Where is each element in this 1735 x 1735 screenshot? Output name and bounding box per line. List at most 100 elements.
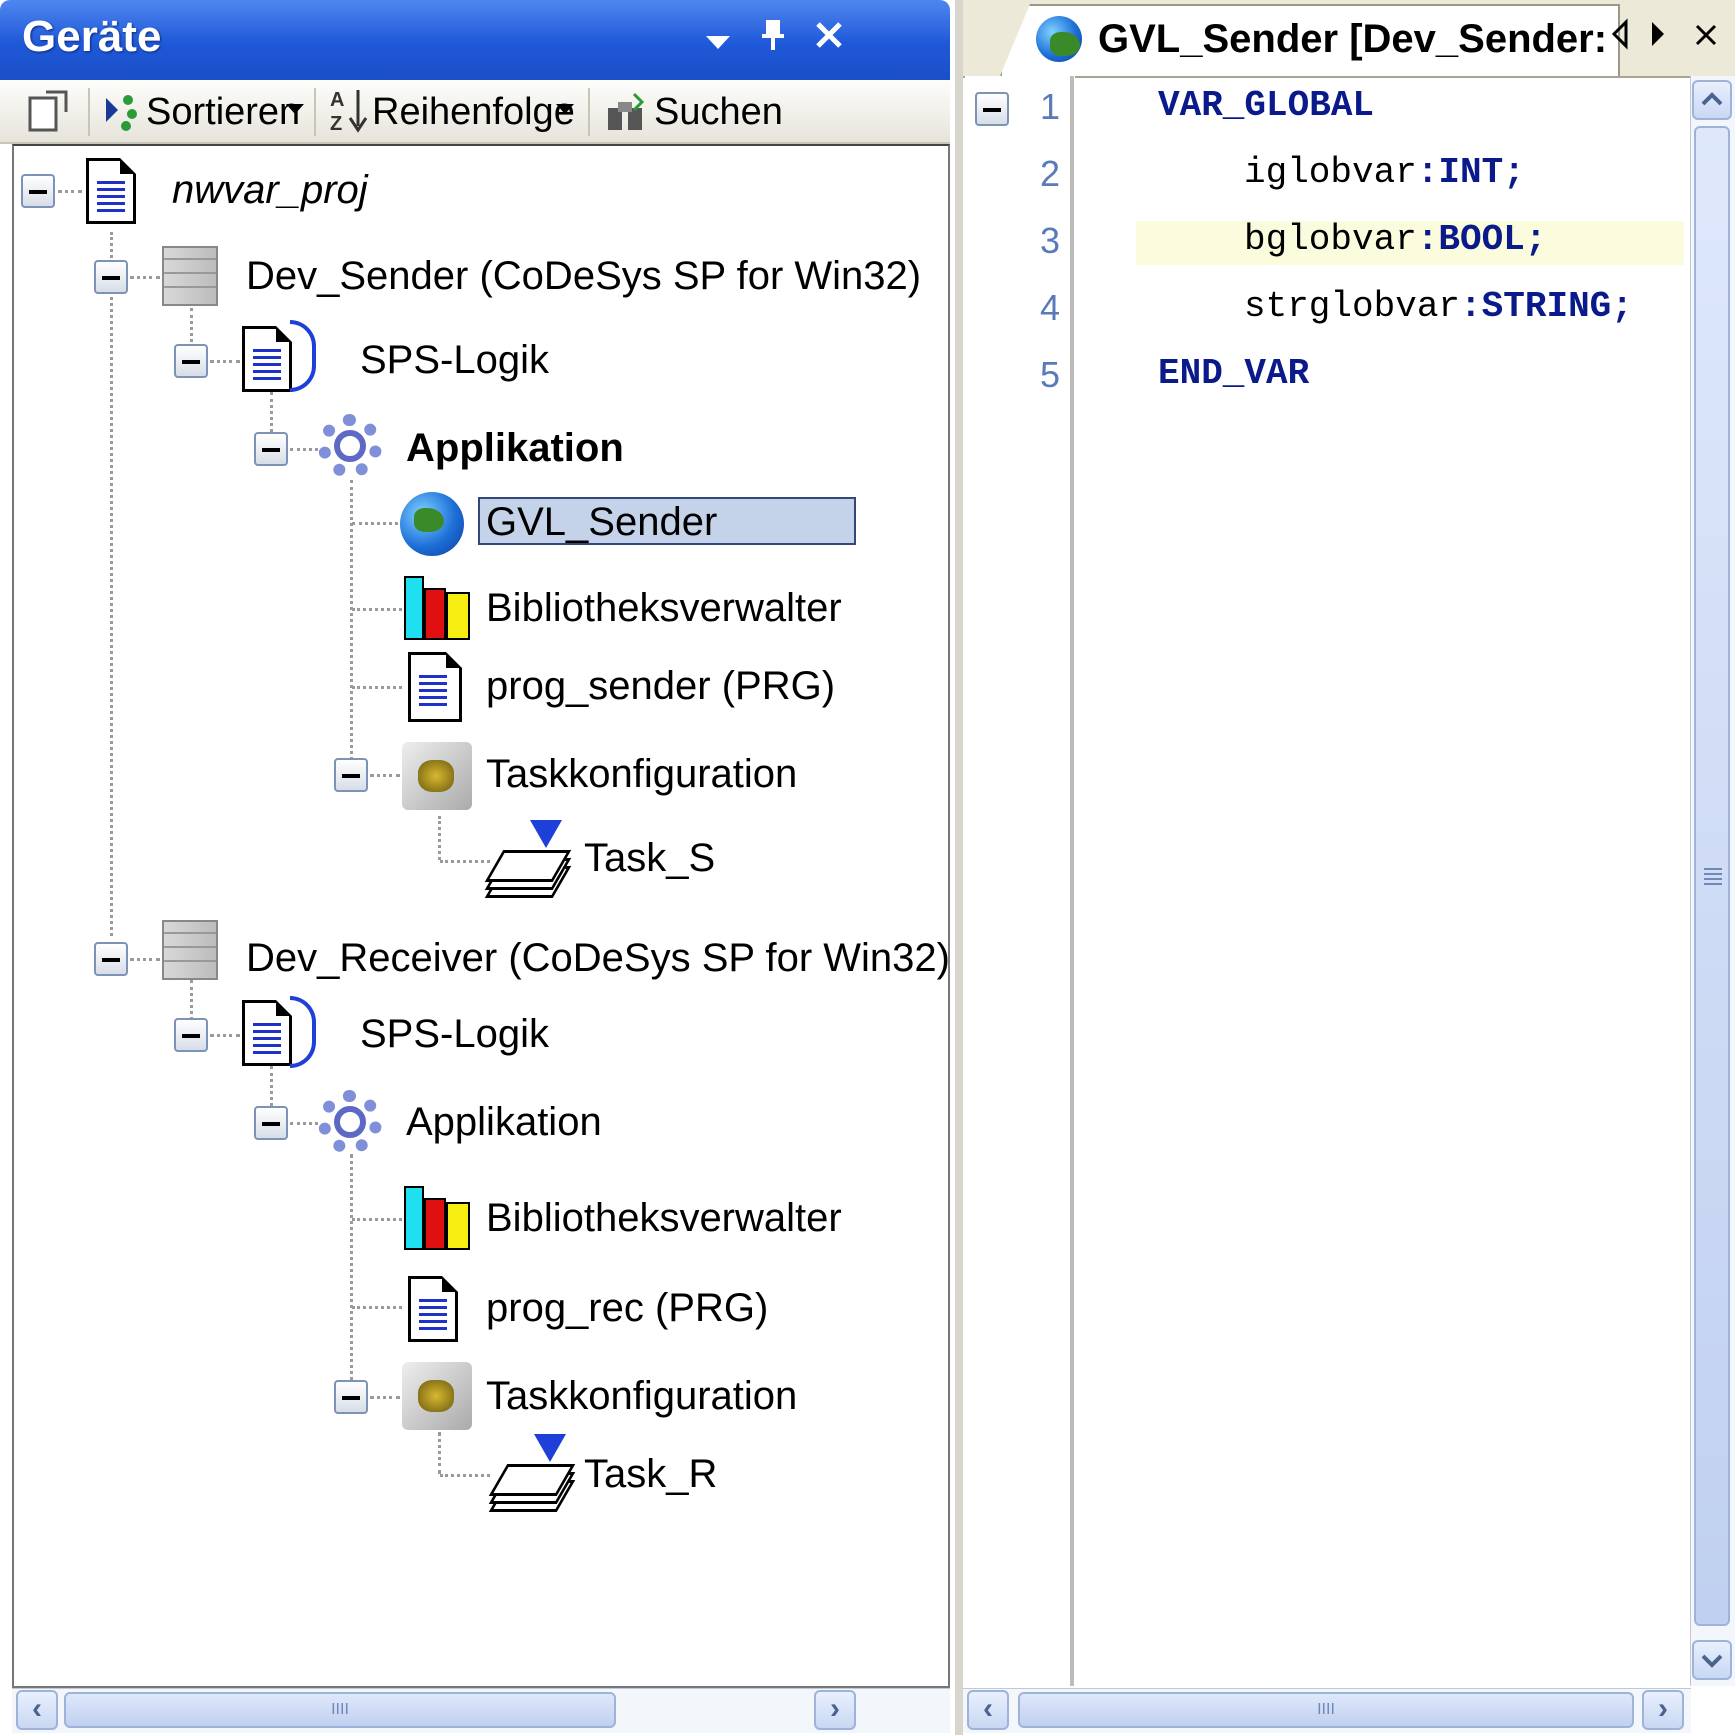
line-number: 3: [1039, 220, 1060, 261]
code-identifier: bglobvar: [1244, 219, 1417, 260]
tab-scroll-left-icon[interactable]: [1610, 16, 1630, 63]
library-icon: [404, 1180, 472, 1250]
properties-icon[interactable]: [26, 88, 72, 139]
tree-item-prog-sender[interactable]: prog_sender (PRG): [486, 662, 835, 710]
plc-logic-icon: [242, 326, 292, 392]
scrollbar-grip: IIII: [1317, 1701, 1335, 1718]
close-icon[interactable]: [814, 14, 844, 66]
panel-splitter[interactable]: [955, 0, 963, 1735]
tree-connector: [352, 1218, 402, 1221]
tree-connector: [438, 1432, 441, 1474]
gutter-separator: [1070, 76, 1074, 1686]
pin-icon[interactable]: [760, 14, 786, 64]
line-number: 4: [1039, 287, 1060, 328]
code-identifier: iglobvar: [1244, 152, 1417, 193]
scroll-left-button[interactable]: ‹: [16, 1690, 58, 1730]
collapse-dev-sender-button[interactable]: [94, 260, 128, 294]
scrollbar-thumb[interactable]: IIII: [64, 1692, 616, 1728]
gear-icon: [318, 414, 382, 478]
globe-icon: [1036, 16, 1082, 62]
tree-item-taskconfig-receiver[interactable]: Taskkonfiguration: [486, 1372, 797, 1420]
tree-item-task-r[interactable]: Task_R: [584, 1450, 717, 1498]
svg-text:A: A: [330, 89, 344, 111]
globe-icon: [400, 492, 464, 556]
collapse-applikation-receiver-button[interactable]: [254, 1106, 288, 1140]
scroll-up-button[interactable]: [1692, 80, 1732, 120]
editor-scroll-right-button[interactable]: ›: [1642, 1690, 1684, 1730]
order-button[interactable]: Reihenfolge: [372, 86, 575, 138]
code-keyword: :STRING;: [1460, 286, 1633, 327]
tree-item-applikation-receiver[interactable]: Applikation: [406, 1098, 602, 1146]
tree-connector: [190, 980, 193, 1020]
devices-title: Geräte: [22, 12, 162, 61]
toolbar-separator: [314, 88, 316, 136]
sort-button[interactable]: Sortieren: [146, 86, 300, 138]
project-icon: [86, 158, 136, 224]
tree-connector: [440, 1474, 490, 1477]
collapse-taskconfig-receiver-button[interactable]: [334, 1380, 368, 1414]
tree-item-dev-receiver[interactable]: Dev_Receiver (CoDeSys SP for Win32): [246, 934, 950, 982]
code-line[interactable]: iglobvar:INT;: [1244, 151, 1525, 195]
editor-tab-title[interactable]: GVL_Sender [Dev_Sender: SPS-Logik: Appli…: [1098, 14, 1608, 64]
vertical-scrollbar-thumb[interactable]: [1694, 126, 1730, 1626]
scroll-down-button[interactable]: [1692, 1640, 1732, 1680]
task-icon: [484, 820, 574, 898]
tree-item-prog-rec[interactable]: prog_rec (PRG): [486, 1284, 768, 1332]
binoculars-icon[interactable]: [604, 88, 650, 139]
tree-item-sps-logik-receiver[interactable]: SPS-Logik: [360, 1010, 549, 1058]
close-tab-icon[interactable]: [1692, 16, 1720, 63]
fold-var-global-button[interactable]: [975, 92, 1009, 126]
chevron-down-icon[interactable]: [706, 14, 730, 49]
scroll-right-button[interactable]: ›: [814, 1690, 856, 1730]
tree-connector: [270, 1066, 273, 1106]
tree-connector: [130, 958, 160, 961]
editor-scroll-left-button[interactable]: ‹: [967, 1690, 1009, 1730]
tree-item-dev-sender[interactable]: Dev_Sender (CoDeSys SP for Win32): [246, 252, 921, 300]
tree-connector: [350, 1154, 353, 1394]
sort-dropdown-icon[interactable]: [286, 104, 304, 114]
collapse-applikation-sender-button[interactable]: [254, 432, 288, 466]
task-configuration-icon: [402, 1362, 472, 1430]
tree-item-task-s[interactable]: Task_S: [584, 834, 715, 882]
task-configuration-icon: [402, 742, 472, 810]
code-keyword: VAR_GLOBAL: [1158, 85, 1375, 126]
device-icon: [162, 246, 218, 306]
tree-connector: [190, 308, 193, 348]
svg-text:Z: Z: [330, 113, 342, 134]
editor-scrollbar-thumb[interactable]: IIII: [1018, 1692, 1634, 1728]
tree-connector: [210, 1034, 240, 1037]
plc-logic-icon: [242, 1000, 292, 1066]
code-line[interactable]: strglobvar:STRING;: [1244, 285, 1633, 329]
tree-item-applikation-sender[interactable]: Applikation: [406, 424, 624, 472]
gear-icon: [318, 1090, 382, 1154]
line-number: 5: [1039, 354, 1060, 395]
order-icon[interactable]: AZ: [328, 86, 368, 139]
tree-connector: [352, 608, 402, 611]
code-line[interactable]: bglobvar:BOOL;: [1244, 218, 1546, 262]
tree-item-sps-logik-sender[interactable]: SPS-Logik: [360, 336, 549, 384]
tree-connector: [290, 448, 318, 451]
code-line[interactable]: END_VAR: [1158, 352, 1309, 396]
sort-icon[interactable]: [104, 90, 140, 137]
collapse-dev-receiver-button[interactable]: [94, 942, 128, 976]
order-dropdown-icon[interactable]: [556, 104, 574, 114]
collapse-project-button[interactable]: [21, 174, 55, 208]
tree-connector: [440, 860, 490, 863]
tree-item-library-sender[interactable]: Bibliotheksverwalter: [486, 584, 842, 632]
code-line[interactable]: VAR_GLOBAL: [1158, 84, 1374, 128]
tree-connector: [370, 774, 400, 777]
library-icon: [404, 570, 472, 640]
collapse-sps-logik-sender-button[interactable]: [174, 344, 208, 378]
tree-item-project[interactable]: nwvar_proj: [172, 166, 368, 214]
collapse-taskconfig-sender-button[interactable]: [334, 758, 368, 792]
toolbar-separator: [88, 88, 90, 136]
tab-scroll-right-icon[interactable]: [1648, 16, 1668, 63]
tree-item-library-receiver[interactable]: Bibliotheksverwalter: [486, 1194, 842, 1242]
tree-connector: [352, 686, 402, 689]
tree-item-taskconfig-sender[interactable]: Taskkonfiguration: [486, 750, 797, 798]
tree-connector: [58, 190, 82, 193]
tree-item-gvl-sender[interactable]: GVL_Sender: [486, 498, 717, 546]
search-button[interactable]: Suchen: [654, 86, 783, 138]
tree-connector: [110, 232, 113, 936]
collapse-sps-logik-receiver-button[interactable]: [174, 1018, 208, 1052]
